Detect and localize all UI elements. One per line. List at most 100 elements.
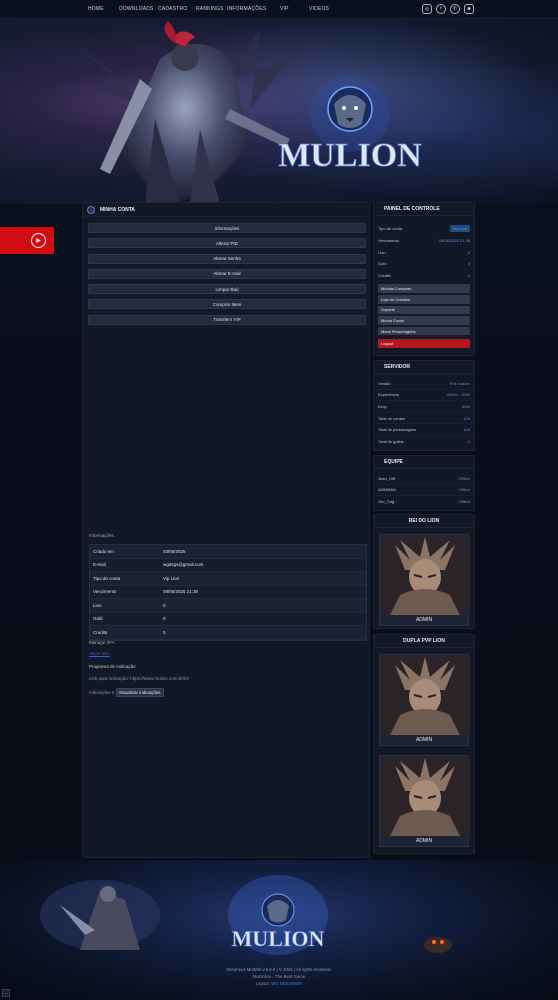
youtube-tab[interactable]: ▶ bbox=[0, 227, 54, 254]
row-value: 08/06/2025 21:38 bbox=[163, 589, 199, 595]
indication-count: Indicações 0 bbox=[89, 690, 115, 695]
nav-home[interactable]: HOME bbox=[88, 6, 119, 12]
page: HOME DOWNLOADS CADASTRO RANKINGS INFORMA… bbox=[0, 0, 558, 1000]
row-value: 03/06/2025 bbox=[163, 548, 186, 554]
info-table: Criado em 03/06/2025 E-mail wgdsgs@gmail.c… bbox=[89, 544, 367, 641]
server-panel: SERVIDOR Versão 97d custom Experiência 400… bbox=[373, 360, 475, 451]
btn-limpar-bau[interactable]: Limpar Baú bbox=[88, 284, 366, 295]
team-list: Jean_GM Offline ADMMAN Offline Gm_Trajj Off… bbox=[374, 469, 474, 508]
footer-credit-label: Layout: bbox=[255, 981, 270, 986]
minhas-compras-button[interactable]: Minhas Compras bbox=[378, 284, 470, 293]
twofa-link[interactable]: Ativar 2FA bbox=[89, 651, 110, 656]
server-stats: Versão 97d custom Experiência 4000x - 1000… bbox=[374, 374, 474, 448]
row-key: E-mail bbox=[93, 562, 106, 568]
stat-key: Lion bbox=[378, 249, 386, 255]
btn-transferir-vip[interactable]: Transferir VIP bbox=[88, 314, 366, 325]
list-item: Total de contas 100 bbox=[374, 413, 474, 425]
row-value: wgdsgs@gmail.com bbox=[163, 562, 204, 568]
nav-videos[interactable]: VIDEOS bbox=[309, 6, 329, 12]
discord-icon[interactable]: ☻ bbox=[464, 4, 474, 14]
control-panel-stats: Tipo de conta Vip Lion Vencimento 08/06/20… bbox=[374, 216, 474, 281]
list-item: Gm_Trajj Offline bbox=[374, 496, 474, 508]
scroll-top-icon[interactable]: ~ bbox=[2, 989, 10, 997]
member-status: Offline bbox=[458, 487, 471, 493]
row-value: 0 bbox=[163, 616, 166, 622]
nav-downloads[interactable]: DOWNLOADS bbox=[119, 6, 158, 12]
footer-designer-link[interactable]: WG DESIGNER bbox=[271, 981, 302, 986]
btn-alterar-email[interactable]: Alterar E-mail bbox=[88, 268, 366, 279]
table-row: Criado em 03/06/2025 bbox=[90, 545, 366, 559]
king-panel: REI DO LION ADMIN bbox=[373, 514, 475, 629]
stat-key: Drop bbox=[378, 403, 387, 409]
stat-key: Total de contas bbox=[378, 415, 405, 421]
btn-comprar-itens[interactable]: Comprar Itens bbox=[88, 299, 366, 310]
nav-rankings[interactable]: RANKINGS bbox=[196, 6, 227, 12]
suporte-button[interactable]: Suporte bbox=[378, 305, 470, 315]
member-name: Jean_GM bbox=[378, 475, 396, 481]
pvp-card-2[interactable]: ADMIN bbox=[379, 755, 470, 847]
table-row: Vencimento 08/06/2025 21:38 bbox=[90, 585, 366, 599]
member-name: ADMMAN bbox=[378, 487, 396, 493]
logout-button[interactable]: Logout bbox=[378, 339, 470, 348]
control-panel-title: PAINEL DE CONTROLE bbox=[374, 203, 474, 216]
whatsapp-icon[interactable]: ✆ bbox=[450, 4, 460, 14]
nav-menu: HOME DOWNLOADS CADASTRO RANKINGS INFORMA… bbox=[88, 6, 329, 12]
table-row: Lion 0 bbox=[90, 599, 366, 613]
table-row: Gold 0 bbox=[90, 612, 366, 626]
list-item: Jean_GM Offline bbox=[374, 473, 474, 485]
view-indications-button[interactable]: Visualizar indicações bbox=[115, 688, 164, 697]
list-item: Lion 0 bbox=[374, 247, 474, 259]
character-portrait bbox=[380, 655, 470, 735]
character-portrait bbox=[380, 756, 470, 836]
facebook-icon[interactable]: f bbox=[436, 4, 446, 14]
pvp-name-2: ADMIN bbox=[380, 836, 468, 846]
account-title: MINHA CONTA bbox=[100, 206, 135, 213]
indication-link[interactable]: Link para indicação: https://www.mulion.… bbox=[89, 676, 189, 681]
indication-title: Programa de Indicação bbox=[89, 664, 136, 669]
king-title: REI DO LION bbox=[374, 515, 474, 528]
stat-value: Vip Lion bbox=[449, 224, 470, 232]
list-item: Total de personagens 100 bbox=[374, 424, 474, 436]
list-item: ADMMAN Offline bbox=[374, 485, 474, 497]
stat-value: 0 bbox=[467, 439, 470, 445]
nav-informacoes[interactable]: INFORMAÇÕES bbox=[227, 6, 280, 12]
row-key: Credits bbox=[93, 629, 108, 635]
btn-alterar-senha[interactable]: Alterar Senha bbox=[88, 253, 366, 264]
row-key: Lion bbox=[93, 602, 102, 608]
nav-vip[interactable]: VIP bbox=[280, 6, 309, 12]
king-name: ADMIN bbox=[380, 615, 468, 625]
twofa-label: Manage 2FA bbox=[89, 640, 115, 645]
table-row: Credits 0 bbox=[90, 626, 366, 640]
info-label: Informações bbox=[89, 533, 114, 538]
meus-personagens-button[interactable]: Meus Personagens bbox=[378, 326, 470, 336]
row-key: Vencimento bbox=[93, 589, 117, 595]
loja-creditos-button[interactable]: Loja de Créditos bbox=[378, 294, 470, 304]
banner-logo-text: MULION bbox=[278, 137, 422, 174]
footer-tagline: MuOnline - The Best Game bbox=[252, 974, 306, 979]
stat-value: 0 bbox=[467, 261, 470, 267]
minha-conta-button[interactable]: Minha Conta bbox=[378, 316, 470, 325]
pvp-card-1[interactable]: ADMIN bbox=[379, 654, 470, 746]
list-item: Total de guilds 0 bbox=[374, 436, 474, 448]
btn-informacoes[interactable]: Informações bbox=[88, 223, 366, 233]
instagram-icon[interactable]: ◎ bbox=[422, 4, 432, 14]
pvp-title: DUPLA PVP LION bbox=[374, 635, 474, 648]
stat-value: 4000x - 1000 bbox=[446, 392, 470, 398]
list-item: Experiência 4000x - 1000 bbox=[374, 390, 474, 402]
pvp-name-1: ADMIN bbox=[380, 735, 468, 745]
character-portrait bbox=[380, 535, 470, 615]
king-card[interactable]: ADMIN bbox=[379, 534, 470, 626]
footer-copyright: Morpheus MuWeb v.6.0.0 | © 2025 | All ri… bbox=[226, 967, 332, 972]
stat-key: Credits bbox=[378, 273, 391, 279]
stat-key: Vencimento bbox=[378, 238, 399, 244]
list-item: Versão 97d custom bbox=[374, 378, 474, 390]
nav-cadastro[interactable]: CADASTRO bbox=[158, 6, 196, 12]
btn-alterar-pid[interactable]: Alterar PID bbox=[88, 238, 366, 249]
stat-key: Tipo de conta bbox=[378, 225, 403, 231]
row-key: Tipo de conta bbox=[93, 575, 121, 581]
indication-count-row: Indicações 0 Visualizar indicações bbox=[89, 688, 164, 697]
stat-key: Total de personagens bbox=[378, 427, 417, 433]
row-value: 0 bbox=[163, 629, 166, 635]
stat-value: 0 bbox=[467, 273, 470, 279]
stat-value: 0 bbox=[467, 249, 470, 255]
